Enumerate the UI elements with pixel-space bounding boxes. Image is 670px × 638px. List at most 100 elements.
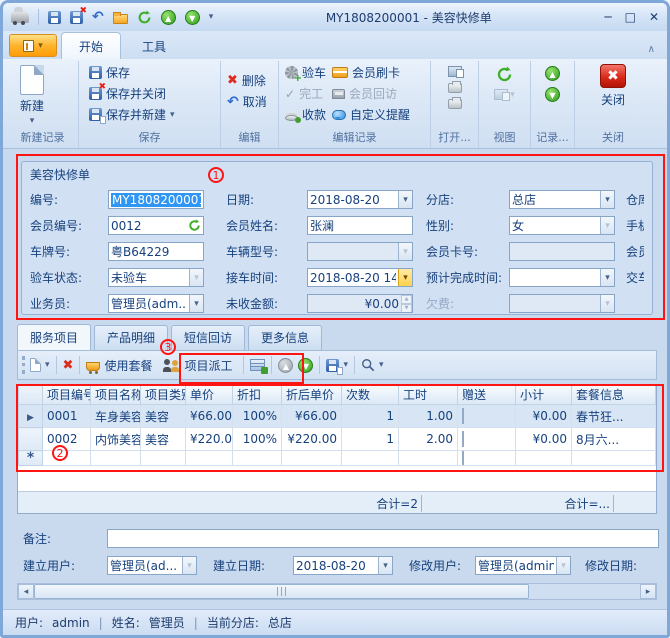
order-no-field[interactable]: MY1808200001 [108,190,204,209]
salesman-dropdown-button[interactable]: ▾ [189,295,203,312]
grid-cell[interactable]: ¥220.00 [282,428,342,451]
print-preview-icon[interactable] [448,66,462,77]
grid-cell[interactable]: 2.00 [399,428,458,451]
close-form-button[interactable]: ✖ 关闭 [588,62,638,108]
custom-remind-button[interactable]: 自定义提醒 [329,104,413,125]
application-menu-button[interactable]: ▾ [9,34,57,57]
scroll-left-icon[interactable]: ◂ [18,584,34,599]
grid-cell[interactable]: 内饰美容 [91,428,141,451]
horizontal-scrollbar[interactable]: ◂ ▸ [17,583,657,600]
grid-cell[interactable] [186,451,233,466]
grid-cell[interactable] [516,451,572,466]
receive-time-dropdown-button[interactable]: ▾ [398,269,412,286]
grid-cell[interactable] [342,451,399,466]
collapse-ribbon-icon[interactable]: ∧ [648,44,655,55]
grid-cell[interactable] [282,451,342,466]
dispatch-button[interactable]: 项目派工 [163,357,232,374]
save-close-icon[interactable]: ✖ [70,11,83,24]
save-icon[interactable] [48,11,61,24]
collect-payment-button[interactable]: 收款 [282,104,329,125]
close-button[interactable]: ✕ [649,10,659,24]
delete-row-icon[interactable]: ✖ [63,359,74,372]
grid-cell[interactable]: ¥0.00 [516,405,572,428]
col-header[interactable]: 单价 [186,385,233,405]
salesman-field[interactable]: 管理员(adm...▾ [108,294,204,313]
member-no-field[interactable]: 0012 [108,216,204,235]
scroll-right-icon[interactable]: ▸ [640,584,656,599]
undo-icon[interactable]: ↶ [92,11,104,23]
grid-cell[interactable]: 1 [342,405,399,428]
table-row[interactable]: ▶ 0001 车身美容 美容 ¥66.00 100% ¥66.00 1 1.00… [19,405,656,428]
member-visit-button[interactable]: 会员回访 [329,83,413,104]
grid-cell-gift[interactable] [458,428,516,451]
created-date-field[interactable]: 2018-08-20▾ [293,556,393,575]
add-row-button[interactable]: ▾ [30,358,50,372]
grid-cell[interactable]: 8月六... [572,428,656,451]
branch-dropdown-button[interactable]: ▾ [600,191,614,208]
member-refresh-icon[interactable] [188,219,201,232]
save-button[interactable]: 保存 [86,62,178,83]
grid-cell[interactable]: 100% [233,428,282,451]
col-header[interactable]: 项目类别 [141,385,186,405]
gift-checkbox[interactable] [462,431,464,447]
minimize-button[interactable]: ─ [604,10,611,24]
date-dropdown-button[interactable]: ▾ [398,191,412,208]
tab-tools[interactable]: 工具 [125,33,183,59]
qat-options-icon[interactable]: ▾ [209,12,214,22]
save-close-button[interactable]: ✖保存并关闭 [86,83,178,104]
tab-more-info[interactable]: 更多信息 [248,325,322,350]
grid-cell[interactable] [91,451,141,466]
grid-cell[interactable]: ¥66.00 [282,405,342,428]
grid-cell[interactable]: 1.00 [399,405,458,428]
grid-cell[interactable]: 100% [233,405,282,428]
next-record-icon[interactable]: ▼ [545,87,560,102]
col-header[interactable]: 折后单价 [282,385,342,405]
move-down-icon[interactable]: ▼ [298,358,313,373]
grid-cell[interactable]: 0001 [43,405,91,428]
est-finish-field[interactable]: ▾ [509,268,615,287]
grid-cell-gift[interactable] [458,451,516,466]
add-table-icon[interactable] [250,359,265,371]
new-row[interactable]: * [19,451,656,466]
new-button[interactable]: 新建 ▾ [10,62,54,126]
remark-input[interactable] [107,529,659,548]
member-swipe-button[interactable]: 会员刷卡 [329,62,413,83]
tab-start[interactable]: 开始 [61,32,121,59]
col-header[interactable]: 次数 [342,385,399,405]
grid-cell[interactable] [141,451,186,466]
gender-field[interactable]: 女▾ [509,216,615,235]
open-folder-icon[interactable] [113,14,128,24]
grid-cell[interactable]: 春节狂... [572,405,656,428]
inspect-status-field[interactable]: 未验车▾ [108,268,204,287]
grid-cell-gift[interactable] [458,405,516,428]
grid-cell[interactable] [233,451,282,466]
table-row[interactable]: 0002 内饰美容 美容 ¥220.00 100% ¥220.00 1 2.00… [19,428,656,451]
est-finish-dropdown-button[interactable]: ▾ [600,269,614,286]
grid-cell[interactable]: 车身美容 [91,405,141,428]
col-header[interactable]: 小计 [516,385,572,405]
move-up-icon[interactable]: ▲ [278,358,293,373]
finish-button[interactable]: ✓完工 [282,83,329,104]
member-name-field[interactable]: 张澜 [307,216,413,235]
col-header[interactable]: 套餐信息 [572,385,656,405]
date-field[interactable]: 2018-08-20▾ [307,190,413,209]
grid-cell[interactable] [572,451,656,466]
gift-checkbox[interactable] [462,408,464,424]
unpaid-amount-field[interactable]: ¥0.00▲▼ [307,294,413,313]
delete-button[interactable]: ✖删除 [224,70,270,91]
col-header[interactable]: 赠送 [458,385,516,405]
amount-spinner[interactable]: ▲▼ [401,295,412,312]
grid-cell[interactable]: 1 [342,428,399,451]
created-date-dropdown-button[interactable]: ▾ [378,557,392,574]
col-header[interactable]: 折扣 [233,385,282,405]
refresh-icon[interactable] [137,10,152,25]
layout-button[interactable]: ▾ [494,89,515,100]
grid-cell[interactable]: 0002 [43,428,91,451]
grid-cell[interactable]: ¥220.00 [186,428,233,451]
cancel-button[interactable]: ↶取消 [224,91,270,112]
grid-cell[interactable]: ¥66.00 [186,405,233,428]
grid-cell[interactable] [399,451,458,466]
scrollbar-thumb[interactable] [34,584,529,599]
maximize-button[interactable]: □ [625,10,636,24]
plate-no-field[interactable]: 粤B64229 [108,242,204,261]
